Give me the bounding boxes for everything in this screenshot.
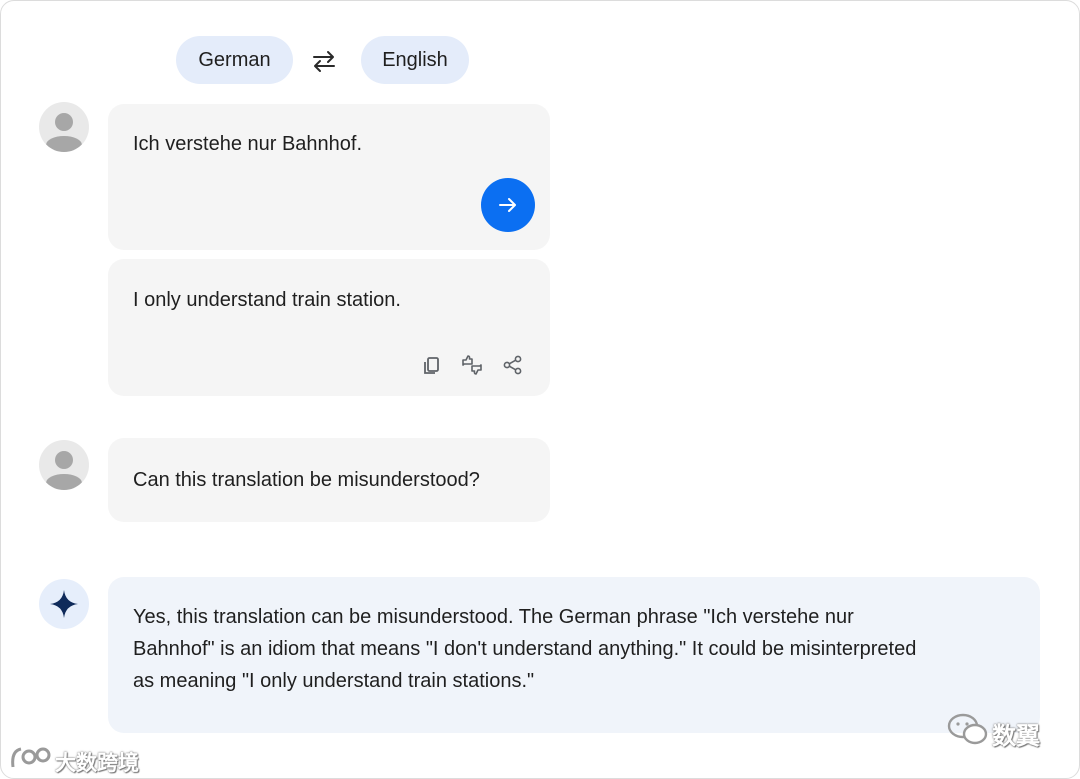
input-text[interactable]: Ich verstehe nur Bahnhof. [133, 133, 362, 156]
answer-line: Bahnhof" is an idiom that means "I don't… [133, 638, 917, 660]
watermark-logo-icon [9, 743, 53, 773]
swap-arrows-icon[interactable] [311, 48, 337, 74]
translation-bubble: I only understand train station. [108, 259, 550, 396]
translation-text: I only understand train station. [133, 289, 401, 311]
arrow-right-icon [499, 198, 516, 212]
user-question-text: Can this translation be misunderstood? [133, 469, 480, 491]
thumbs-up-down-icon[interactable] [461, 354, 483, 376]
user-question-bubble: Can this translation be misunderstood? [108, 438, 550, 522]
source-language-chip[interactable]: German [176, 36, 293, 84]
answer-line: Yes, this translation can be misundersto… [133, 606, 854, 628]
wechat-icon [947, 713, 988, 745]
input-bubble: Ich verstehe nur Bahnhof. [108, 104, 550, 250]
person-icon [46, 451, 82, 490]
assistant-answer-text: Yes, this translation can be misundersto… [133, 601, 983, 697]
source-language-label: German [198, 48, 271, 71]
translate-chat-window: German English Ich verstehe nur Bahnhof.… [0, 0, 1080, 779]
answer-line: as meaning "I only understand train stat… [133, 670, 535, 692]
target-language-chip[interactable]: English [361, 36, 469, 84]
watermark-bottom-right: 数翼 [992, 723, 1040, 750]
user-avatar [39, 102, 89, 152]
send-button[interactable] [481, 178, 535, 232]
assistant-avatar [39, 579, 89, 629]
user-avatar [39, 440, 89, 490]
copy-icon[interactable] [421, 354, 443, 376]
person-icon [46, 113, 82, 152]
sparkle-icon [50, 590, 78, 618]
target-language-label: English [382, 48, 448, 71]
assistant-answer-bubble: Yes, this translation can be misundersto… [108, 577, 1040, 733]
watermark-bottom-left: 大数跨境 [55, 752, 139, 775]
share-icon[interactable] [502, 354, 524, 376]
